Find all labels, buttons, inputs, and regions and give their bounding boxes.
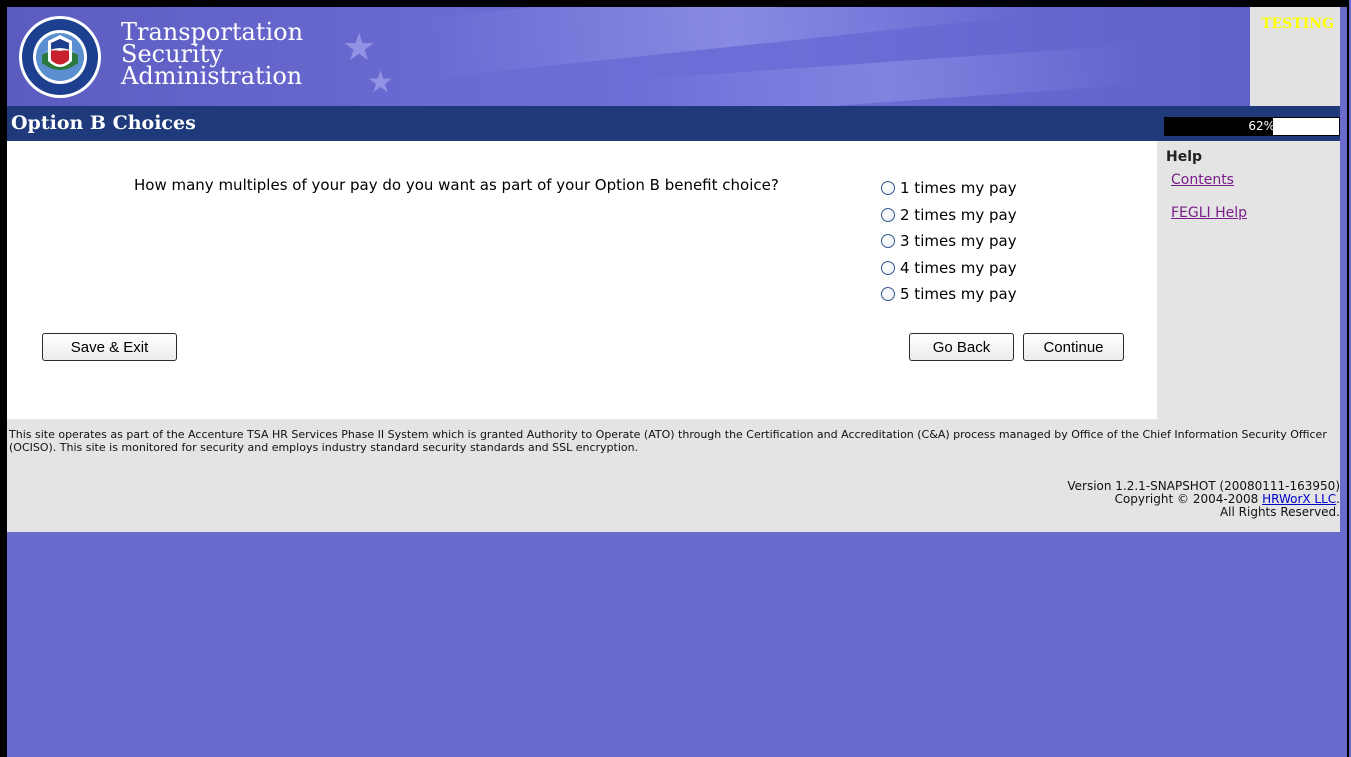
option-label: 3 times my pay — [900, 232, 1017, 251]
option-3-times-pay[interactable]: 3 times my pay — [881, 228, 1017, 255]
environment-badge: TESTING — [1261, 16, 1334, 32]
radio-button[interactable] — [881, 287, 895, 302]
page-title: Option B Choices — [11, 112, 196, 134]
progress-bar: 62% — [1164, 117, 1340, 136]
option-label: 2 times my pay — [900, 205, 1017, 224]
version-info: Version 1.2.1-SNAPSHOT (20080111-163950)… — [1067, 480, 1340, 519]
option-label: 1 times my pay — [900, 179, 1017, 198]
option-2-times-pay[interactable]: 2 times my pay — [881, 202, 1017, 229]
star-icon: ★ — [367, 65, 394, 100]
rights-text: All Rights Reserved. — [1219, 505, 1340, 519]
security-notice: This site operates as part of the Accent… — [9, 428, 1327, 454]
copyright-prefix: Copyright © 2004-2008 — [1114, 492, 1263, 506]
help-heading: Help — [1166, 149, 1203, 165]
fegli-help-link[interactable]: FEGLI Help — [1171, 205, 1247, 221]
save-exit-button[interactable]: Save & Exit — [42, 333, 177, 361]
flag-stripe — [626, 43, 1148, 106]
go-back-button[interactable]: Go Back — [909, 333, 1014, 361]
radio-button[interactable] — [881, 234, 895, 249]
page-titlebar: Option B Choices 62% — [7, 106, 1340, 141]
environment-panel: TESTING — [1250, 7, 1340, 106]
help-contents-link[interactable]: Contents — [1171, 172, 1234, 188]
copyright-suffix: . — [1336, 492, 1340, 506]
pay-multiple-options: 1 times my pay 2 times my pay 3 times my… — [881, 175, 1017, 308]
header-banner: ★ ★ Transportation Security Administrati… — [7, 7, 1250, 106]
star-icon: ★ — [342, 25, 377, 69]
dhs-seal-logo — [19, 16, 101, 98]
hrworx-link[interactable]: HRWorX LLC — [1262, 492, 1336, 506]
footer: This site operates as part of the Accent… — [7, 419, 1340, 532]
option-1-times-pay[interactable]: 1 times my pay — [881, 175, 1017, 202]
main-content: How many multiples of your pay do you wa… — [7, 141, 1157, 419]
radio-button[interactable] — [881, 260, 895, 275]
progress-label: 62% — [1248, 119, 1275, 133]
help-sidebar: Help Contents FEGLI Help — [1157, 141, 1340, 419]
option-label: 4 times my pay — [900, 258, 1017, 277]
continue-button[interactable]: Continue — [1023, 333, 1124, 361]
agency-name-line: Administration — [121, 62, 303, 90]
radio-button[interactable] — [881, 181, 895, 196]
question-text: How many multiples of your pay do you wa… — [134, 176, 779, 194]
agency-name: Transportation Security Administration — [121, 20, 303, 90]
option-label: 5 times my pay — [900, 285, 1017, 304]
option-4-times-pay[interactable]: 4 times my pay — [881, 255, 1017, 282]
option-5-times-pay[interactable]: 5 times my pay — [881, 281, 1017, 308]
radio-button[interactable] — [881, 207, 895, 222]
